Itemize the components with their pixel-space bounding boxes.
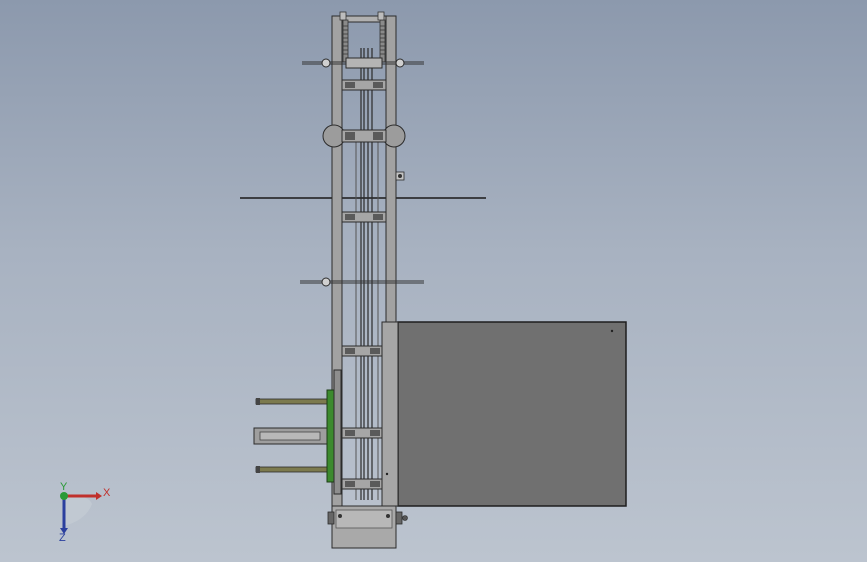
sensor-bracket[interactable] — [395, 171, 405, 181]
cross-bracket-4[interactable] — [341, 427, 383, 439]
side-panel[interactable] — [381, 321, 627, 507]
z-axis-label: Z — [59, 532, 66, 544]
cross-bracket-5[interactable] — [341, 478, 383, 490]
drive-rod-lower[interactable] — [255, 466, 329, 473]
cad-graphics-viewport[interactable]: X Y Z — [0, 0, 867, 562]
y-axis-dot — [60, 492, 68, 500]
x-axis-label: X — [103, 487, 111, 499]
orientation-triad: X Y Z — [52, 482, 116, 546]
cross-bracket-1[interactable] — [341, 79, 387, 91]
cross-bracket-3[interactable] — [341, 345, 383, 357]
drive-cylinder[interactable] — [253, 427, 329, 445]
cross-bracket-2[interactable] — [341, 211, 387, 223]
base-block[interactable] — [327, 505, 408, 549]
drive-gear[interactable] — [326, 369, 342, 495]
cad-model-view[interactable] — [0, 0, 867, 562]
y-axis-label: Y — [60, 481, 68, 493]
middle-shaft[interactable] — [300, 277, 424, 287]
top-shaft[interactable] — [302, 57, 424, 69]
drive-rod-upper[interactable] — [255, 398, 329, 405]
